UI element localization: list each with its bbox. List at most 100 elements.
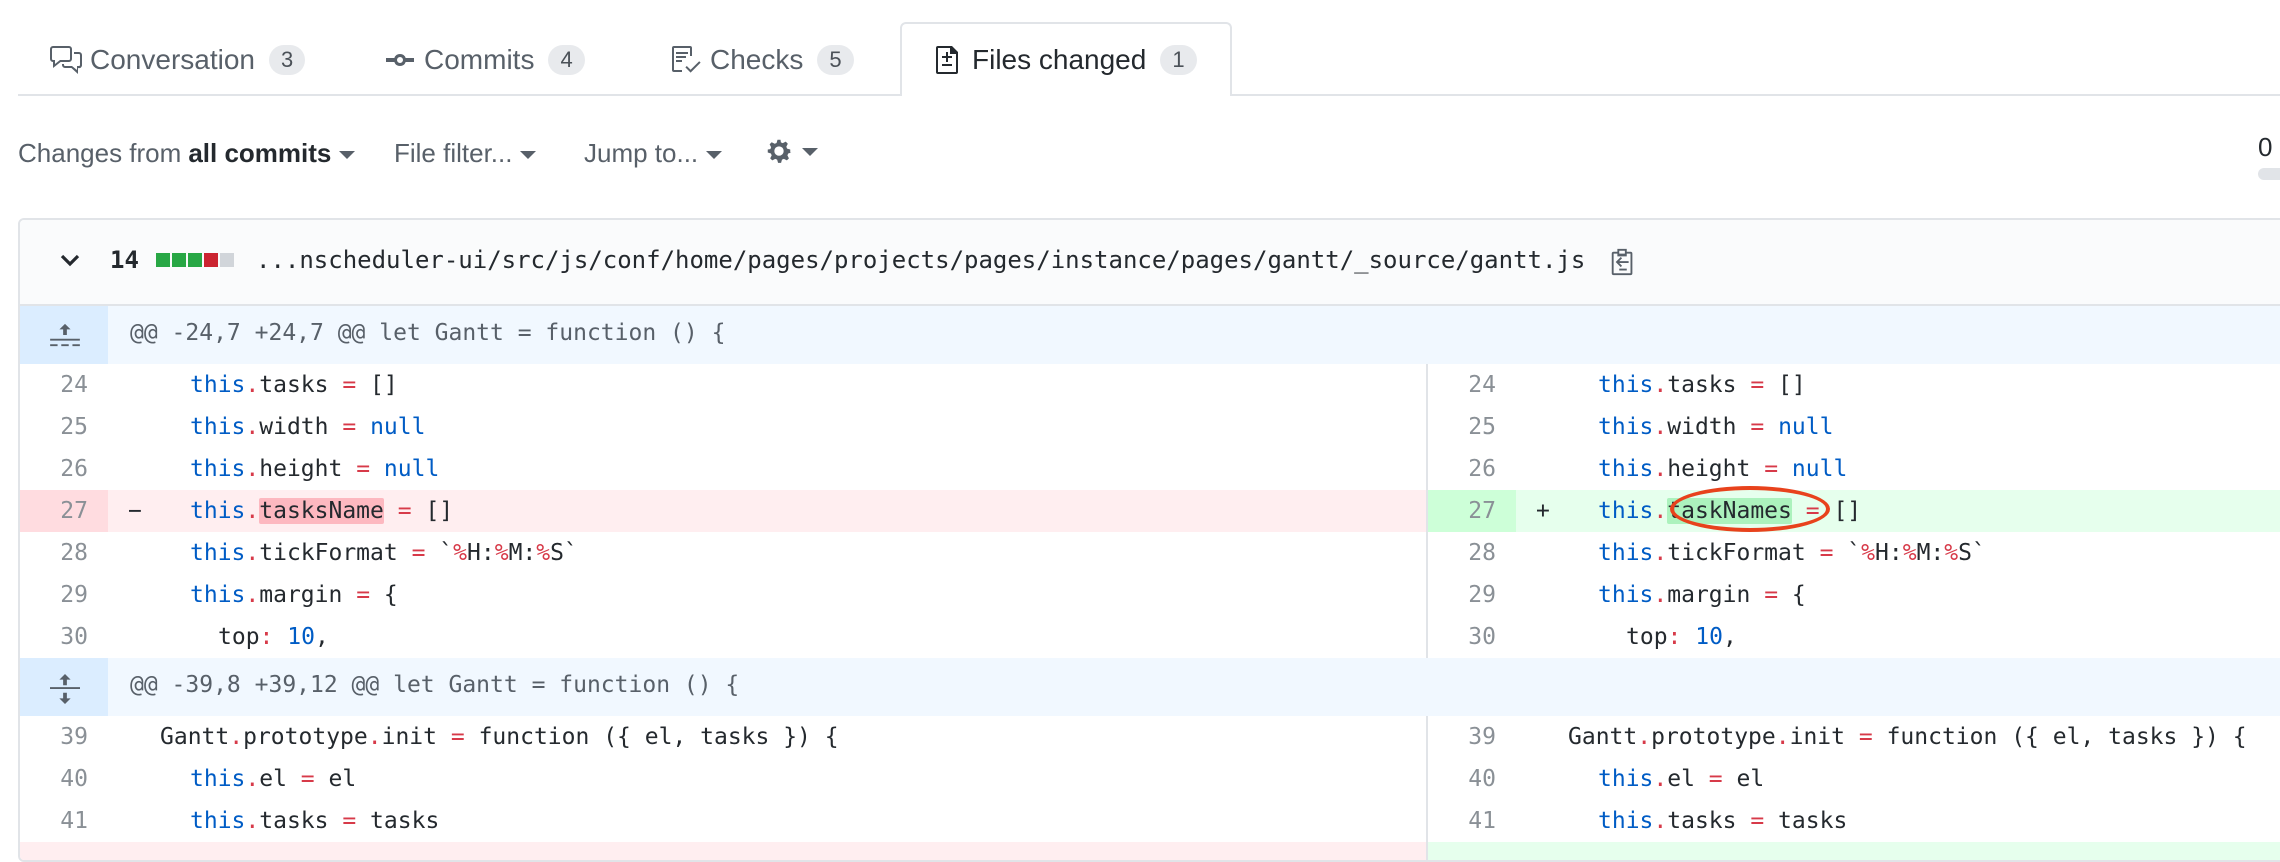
code-line: this.tasksName = []	[190, 498, 454, 524]
hunk-header-text: @@ -39,8 +39,12 @@ let Gantt = function …	[130, 672, 740, 698]
tab-label: Conversation	[90, 44, 255, 75]
line-number[interactable]: 26	[20, 448, 108, 490]
tab-files-changed[interactable]: Files changed 1	[900, 22, 1232, 96]
added-line	[1428, 842, 2280, 860]
line-number[interactable]: 30	[1428, 616, 1516, 658]
line-number[interactable]: 29	[1428, 574, 1516, 616]
line-number[interactable]: 28	[20, 532, 108, 574]
hunk-header: @@ -24,7 +24,7 @@ let Gantt = function (…	[20, 306, 2280, 364]
deleted-line	[20, 842, 1428, 860]
unfold-up-icon	[50, 323, 80, 347]
jump-to-dropdown[interactable]: Jump to...	[584, 138, 723, 169]
changes-value: all commits	[188, 138, 332, 168]
diffstat-removed	[204, 253, 218, 267]
code-line: this.tickFormat = `%H:%M:%S`	[1598, 540, 1986, 566]
caret-down-icon	[802, 148, 818, 156]
files-viewed-progress	[2258, 168, 2280, 180]
added-token: taskNames	[1667, 498, 1792, 524]
unfold-icon	[50, 674, 80, 704]
diff-row: 41 this.tasks = tasks 41 this.tasks = ta…	[20, 800, 2280, 842]
code-line: this.width = null	[1598, 414, 1834, 440]
line-number[interactable]: 27	[1428, 490, 1516, 532]
code-line: Gantt.prototype.init = function ({ el, t…	[1568, 724, 2247, 750]
code-line: top: 10,	[1626, 624, 1737, 650]
line-number[interactable]: 40	[20, 758, 108, 800]
diffstat-neutral	[220, 253, 234, 267]
hunk-expander[interactable]	[20, 306, 108, 364]
diff-row: 39 Gantt.prototype.init = function ({ el…	[20, 716, 2280, 758]
hunk-header-text: @@ -24,7 +24,7 @@ let Gantt = function (…	[130, 320, 726, 346]
diff-row-changed: 27 − this.tasksName = [] 27 + this.taskN…	[20, 486, 2280, 532]
code-line: this.height = null	[190, 456, 440, 482]
code-line: this.width = null	[190, 414, 426, 440]
diff-row: 30 top: 10, 30 top: 10,	[20, 616, 2280, 658]
code-line: this.tasks = []	[190, 372, 398, 398]
line-number[interactable]: 24	[20, 364, 108, 406]
hunk-header: @@ -39,8 +39,12 @@ let Gantt = function …	[20, 658, 2280, 716]
deleted-line: 27 − this.tasksName = []	[20, 490, 1428, 532]
tab-label: Checks	[710, 44, 804, 75]
line-number[interactable]: 25	[20, 406, 108, 448]
caret-down-icon	[520, 150, 537, 159]
file-filter-dropdown[interactable]: File filter...	[394, 138, 537, 169]
file-diff: 14 ...nscheduler-ui/src/js/conf/home/pag…	[18, 218, 2280, 862]
line-number[interactable]: 29	[20, 574, 108, 616]
line-number[interactable]: 39	[1428, 716, 1516, 758]
clipboard-copy-icon[interactable]	[1608, 246, 1638, 278]
line-number[interactable]: 41	[1428, 800, 1516, 842]
diff-change-count: 14	[110, 246, 139, 274]
line-number[interactable]: 26	[1428, 448, 1516, 490]
code-line: this.taskNames = []	[1598, 498, 1862, 524]
deletion-marker: −	[128, 498, 142, 524]
diff-settings-dropdown[interactable]	[764, 136, 818, 166]
line-number[interactable]: 39	[20, 716, 108, 758]
diff-row-changed	[20, 842, 2280, 860]
tab-checks[interactable]: Checks 5	[670, 24, 854, 96]
tab-counter: 5	[817, 45, 854, 75]
diffstat-added	[188, 253, 202, 267]
changes-from-dropdown[interactable]: Changes from all commits	[18, 138, 356, 169]
line-number[interactable]: 40	[1428, 758, 1516, 800]
diff-row: 40 this.el = el 40 this.el = el	[20, 758, 2280, 800]
code-line: this.height = null	[1598, 456, 1848, 482]
tab-counter: 1	[1160, 45, 1197, 75]
removed-token: tasksName	[259, 498, 384, 524]
files-viewed-count: 0	[2258, 132, 2273, 162]
code-line: this.tasks = tasks	[1598, 808, 1848, 834]
diff-row: 24 this.tasks = [] 24 this.tasks = []	[20, 364, 2280, 406]
tab-conversation[interactable]: Conversation 3	[50, 24, 306, 96]
line-number[interactable]: 24	[1428, 364, 1516, 406]
changes-prefix: Changes from	[18, 138, 182, 168]
line-number[interactable]: 30	[20, 616, 108, 658]
hunk-expander[interactable]	[20, 658, 108, 716]
file-path[interactable]: ...nscheduler-ui/src/js/conf/home/pages/…	[256, 246, 1585, 274]
chevron-down-icon[interactable]	[60, 250, 80, 270]
code-line: this.tasks = tasks	[190, 808, 440, 834]
code-line: this.el = el	[190, 766, 357, 792]
code-line: this.margin = {	[1598, 582, 1806, 608]
comment-discussion-icon	[50, 44, 82, 76]
addition-marker: +	[1536, 498, 1550, 524]
tab-counter: 4	[548, 45, 585, 75]
code-line: this.tickFormat = `%H:%M:%S`	[190, 540, 578, 566]
line-number[interactable]: 41	[20, 800, 108, 842]
tab-commits[interactable]: Commits 4	[384, 24, 585, 96]
line-number[interactable]: 27	[20, 490, 108, 532]
code-line: this.tasks = []	[1598, 372, 1806, 398]
code-line: this.el = el	[1598, 766, 1765, 792]
jump-to-label: Jump to...	[584, 138, 699, 168]
diffstat-added	[156, 253, 170, 267]
file-diff-icon	[932, 44, 964, 76]
diff-toolbar: Changes from all commits File filter... …	[18, 130, 2280, 180]
line-number[interactable]: 25	[1428, 406, 1516, 448]
caret-down-icon	[706, 150, 723, 159]
diff-row: 29 this.margin = { 29 this.margin = {	[20, 574, 2280, 616]
diff-row: 25 this.width = null 25 this.width = nul…	[20, 406, 2280, 448]
tab-label: Files changed	[972, 44, 1147, 75]
pr-tabnav: Conversation 3 Commits 4 Checks 5 Files …	[18, 0, 2280, 96]
line-number[interactable]: 28	[1428, 532, 1516, 574]
diffstat-added	[172, 253, 186, 267]
checklist-icon	[670, 44, 702, 76]
tab-counter: 3	[268, 45, 306, 75]
diff-row: 28 this.tickFormat = `%H:%M:%S` 28 this.…	[20, 532, 2280, 574]
